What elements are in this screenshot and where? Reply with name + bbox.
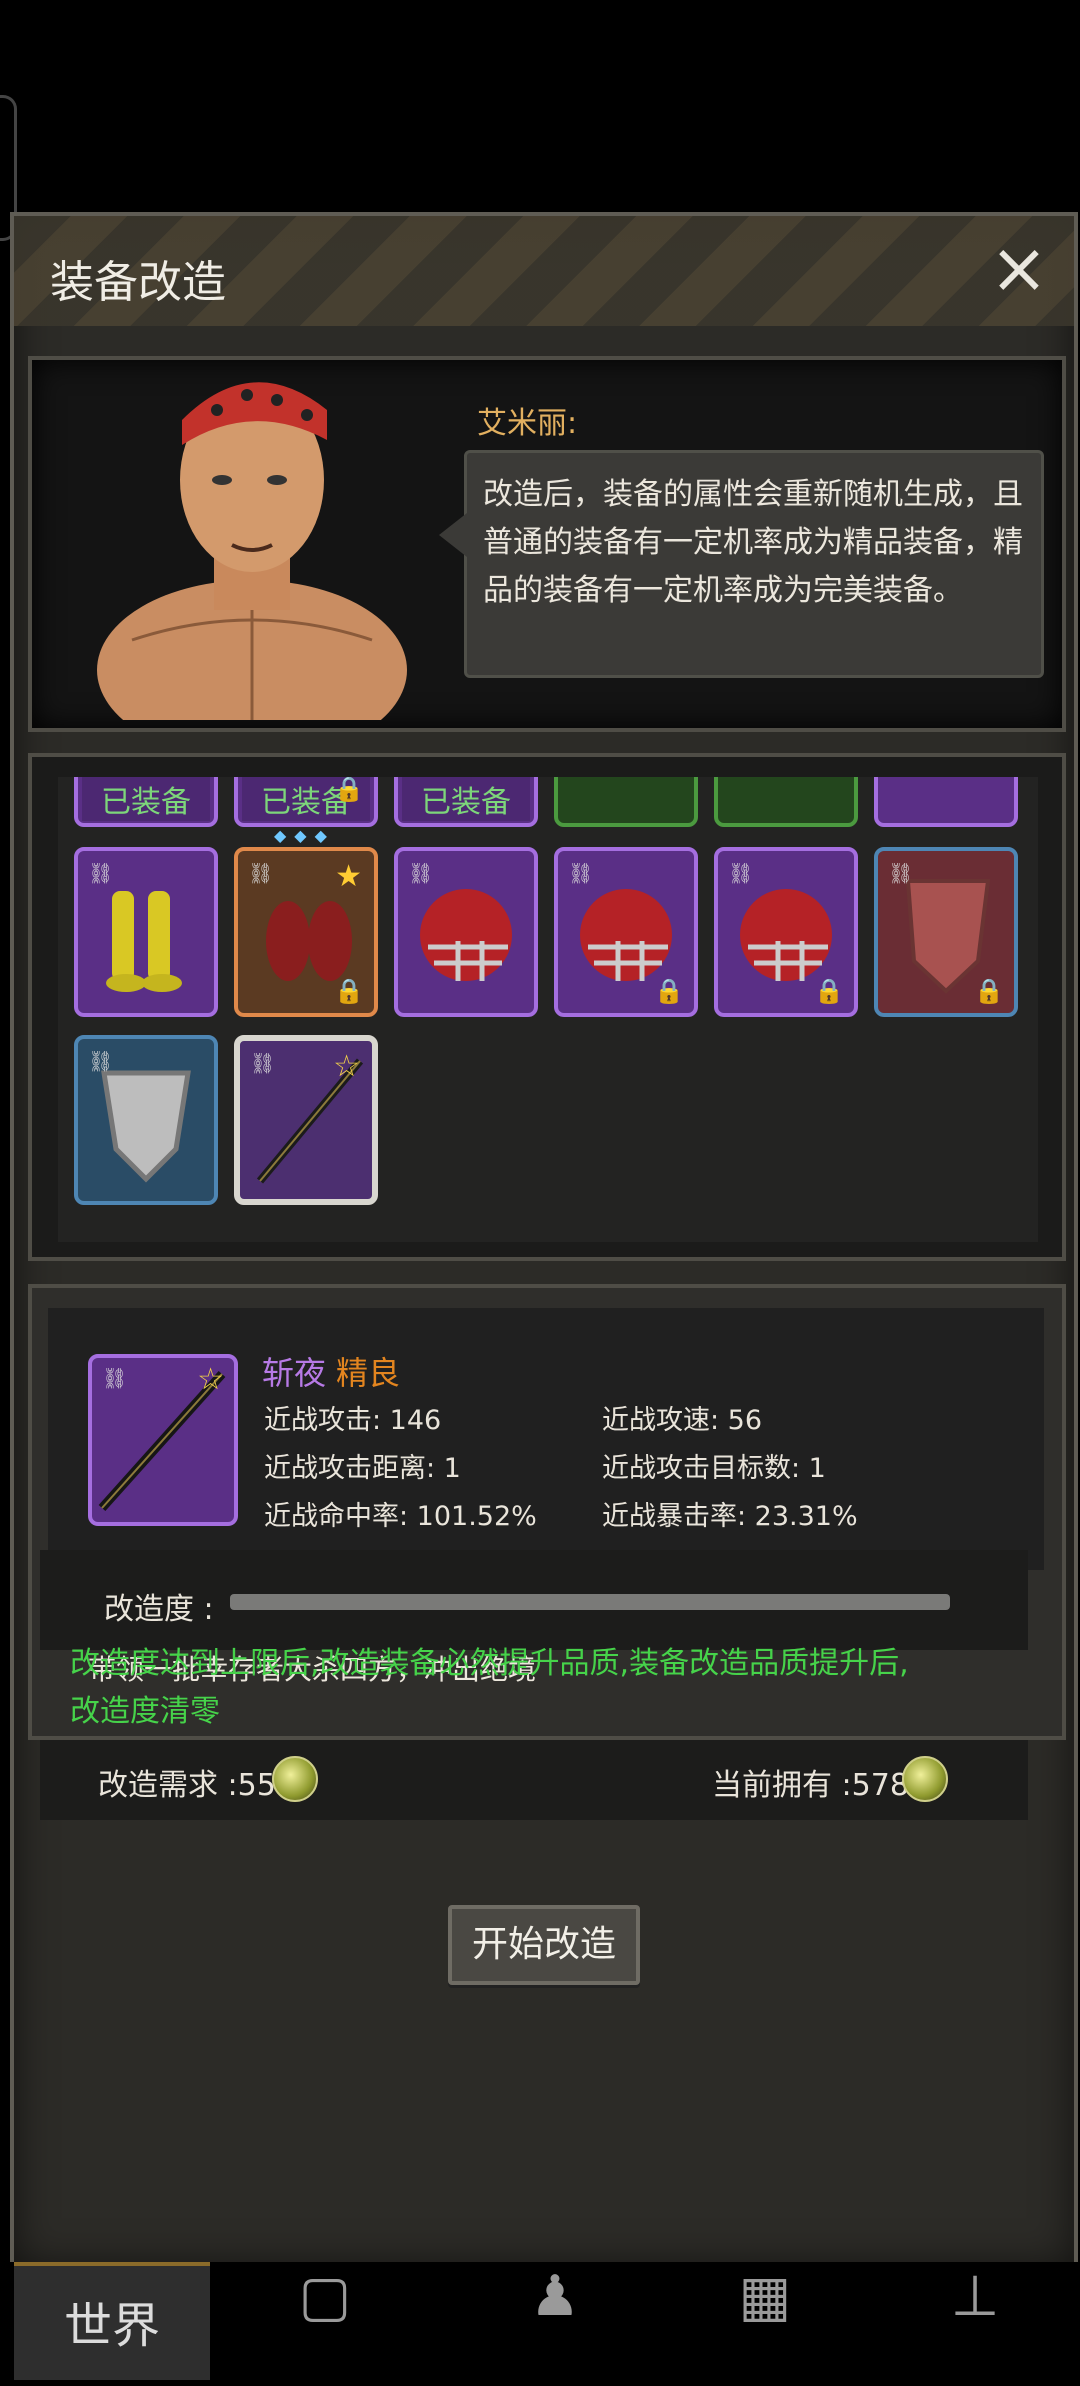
backpack-icon[interactable]: ▢ <box>250 2262 400 2376</box>
inventory-slot-red-shoes[interactable]: ⛓ ★ 🔒 <box>234 847 378 1017</box>
stat-melee-hit: 近战命中率: 101.52% <box>264 1501 537 1532</box>
equipped-label: 已装备 <box>402 777 530 821</box>
inventory-slot-equipped[interactable]: 已装备 <box>74 777 218 827</box>
link-icon: ⛓ <box>88 1049 114 1073</box>
close-icon[interactable]: × <box>984 233 1054 306</box>
item-name: 斩夜 精良 <box>262 1348 400 1394</box>
inventory-slot-helmet[interactable]: ⛓ 🔒 <box>714 847 858 1017</box>
inventory-slot[interactable] <box>714 777 858 827</box>
character-icon[interactable]: ♟ <box>480 2262 630 2376</box>
inventory-slot-yellow-boots[interactable]: ⛓ <box>74 847 218 1017</box>
refine-progress-panel: 改造度 : <box>40 1550 1028 1650</box>
building-icon[interactable]: ▦ <box>690 2262 840 2376</box>
nav-world[interactable]: 世界 <box>14 2262 210 2380</box>
star-icon: ★ <box>335 859 362 894</box>
link-icon: ⛓ <box>250 1051 276 1075</box>
bottle-cap-coin-icon <box>902 1756 948 1802</box>
inventory-slot-equipped[interactable]: 已装备 <box>394 777 538 827</box>
lock-icon: 🔒 <box>814 977 844 1005</box>
npc-name: 艾米丽: <box>477 406 578 441</box>
inventory-slot-helmet[interactable]: ⛓ <box>394 847 538 1017</box>
inventory-slot-katana-selected[interactable]: ⛓ ☆ <box>234 1035 378 1205</box>
bottom-navigation: 世界 ▢ ♟ ▦ ⊥ <box>0 2262 1080 2380</box>
bottle-cap-coin-icon <box>272 1756 318 1802</box>
item-name-text: 斩夜 <box>262 1354 327 1392</box>
inventory-slot[interactable] <box>874 777 1018 827</box>
inventory-slot-equipped[interactable]: 已装备 🔒 ◆◆◆ <box>234 777 378 845</box>
npc-portrait <box>97 382 407 720</box>
refine-note: 改造度达到上限后,改造装备必然提升品质,装备改造品质提升后,改造度清零 <box>70 1646 909 1729</box>
start-refine-button[interactable]: 开始改造 <box>448 1905 640 1985</box>
link-icon: ⛓ <box>888 861 914 885</box>
link-icon: ⛓ <box>728 861 754 885</box>
lock-icon: 🔒 <box>654 977 684 1005</box>
lock-icon: 🔒 <box>974 977 1004 1005</box>
npc-panel: 艾米丽: 改造后，装备的属性会重新随机生成，且普通的装备有一定机率成为精品装备，… <box>28 356 1066 732</box>
owned-amount: 当前拥有 :578 <box>712 1768 909 1803</box>
stat-melee-attack: 近战攻击: 146 <box>264 1405 442 1436</box>
lock-icon: 🔒 <box>334 777 364 803</box>
inventory-slot-steel-shield[interactable]: ⛓ <box>74 1035 218 1205</box>
link-icon: ⛓ <box>408 861 434 885</box>
lock-icon: 🔒 <box>334 977 364 1005</box>
stat-melee-range: 近战攻击距离: 1 <box>264 1453 461 1484</box>
selected-item-icon: ⛓ ☆ <box>88 1354 238 1526</box>
stat-melee-crit: 近战暴击率: 23.31% <box>602 1501 858 1532</box>
refine-label: 改造度 : <box>104 1592 214 1627</box>
cost-panel: 改造需求 :55 当前拥有 :578 <box>40 1740 1028 1820</box>
npc-speech-bubble: 改造后，装备的属性会重新随机生成，且普通的装备有一定机率成为精品装备，精品的装备… <box>439 450 1044 678</box>
stat-melee-speed: 近战攻速: 56 <box>602 1405 763 1436</box>
inventory-grid[interactable]: 已装备 已装备 🔒 ◆◆◆ 已装备 ⛓ ⛓ ★ 🔒 ⛓ ⛓ 🔒 ⛓ 🔒 ⛓ 🔒 … <box>58 777 1038 1242</box>
equipped-label: 已装备 <box>82 777 210 821</box>
star-outline-icon: ☆ <box>333 1049 360 1084</box>
link-icon: ⛓ <box>102 1366 128 1390</box>
star-outline-icon: ☆ <box>197 1362 224 1397</box>
inventory-panel: 已装备 已装备 🔒 ◆◆◆ 已装备 ⛓ ⛓ ★ 🔒 ⛓ ⛓ 🔒 ⛓ 🔒 ⛓ 🔒 … <box>28 753 1066 1261</box>
inventory-slot-helmet[interactable]: ⛓ 🔒 <box>554 847 698 1017</box>
link-icon: ⛓ <box>88 861 114 885</box>
inventory-slot-red-shield[interactable]: ⛓ 🔒 <box>874 847 1018 1017</box>
workbench-icon[interactable]: ⊥ <box>900 2262 1050 2376</box>
link-icon: ⛓ <box>248 861 274 885</box>
stat-melee-targets: 近战攻击目标数: 1 <box>602 1453 826 1484</box>
socket-gems: ◆◆◆ <box>274 826 335 845</box>
inventory-slot[interactable] <box>554 777 698 827</box>
dialog-title: 装备改造 <box>50 257 226 308</box>
top-black-area <box>0 0 1080 210</box>
required-cost: 改造需求 :55 <box>98 1768 276 1803</box>
item-quality: 精良 <box>336 1354 401 1392</box>
link-icon: ⛓ <box>568 861 594 885</box>
refine-progress-bar <box>230 1594 950 1610</box>
